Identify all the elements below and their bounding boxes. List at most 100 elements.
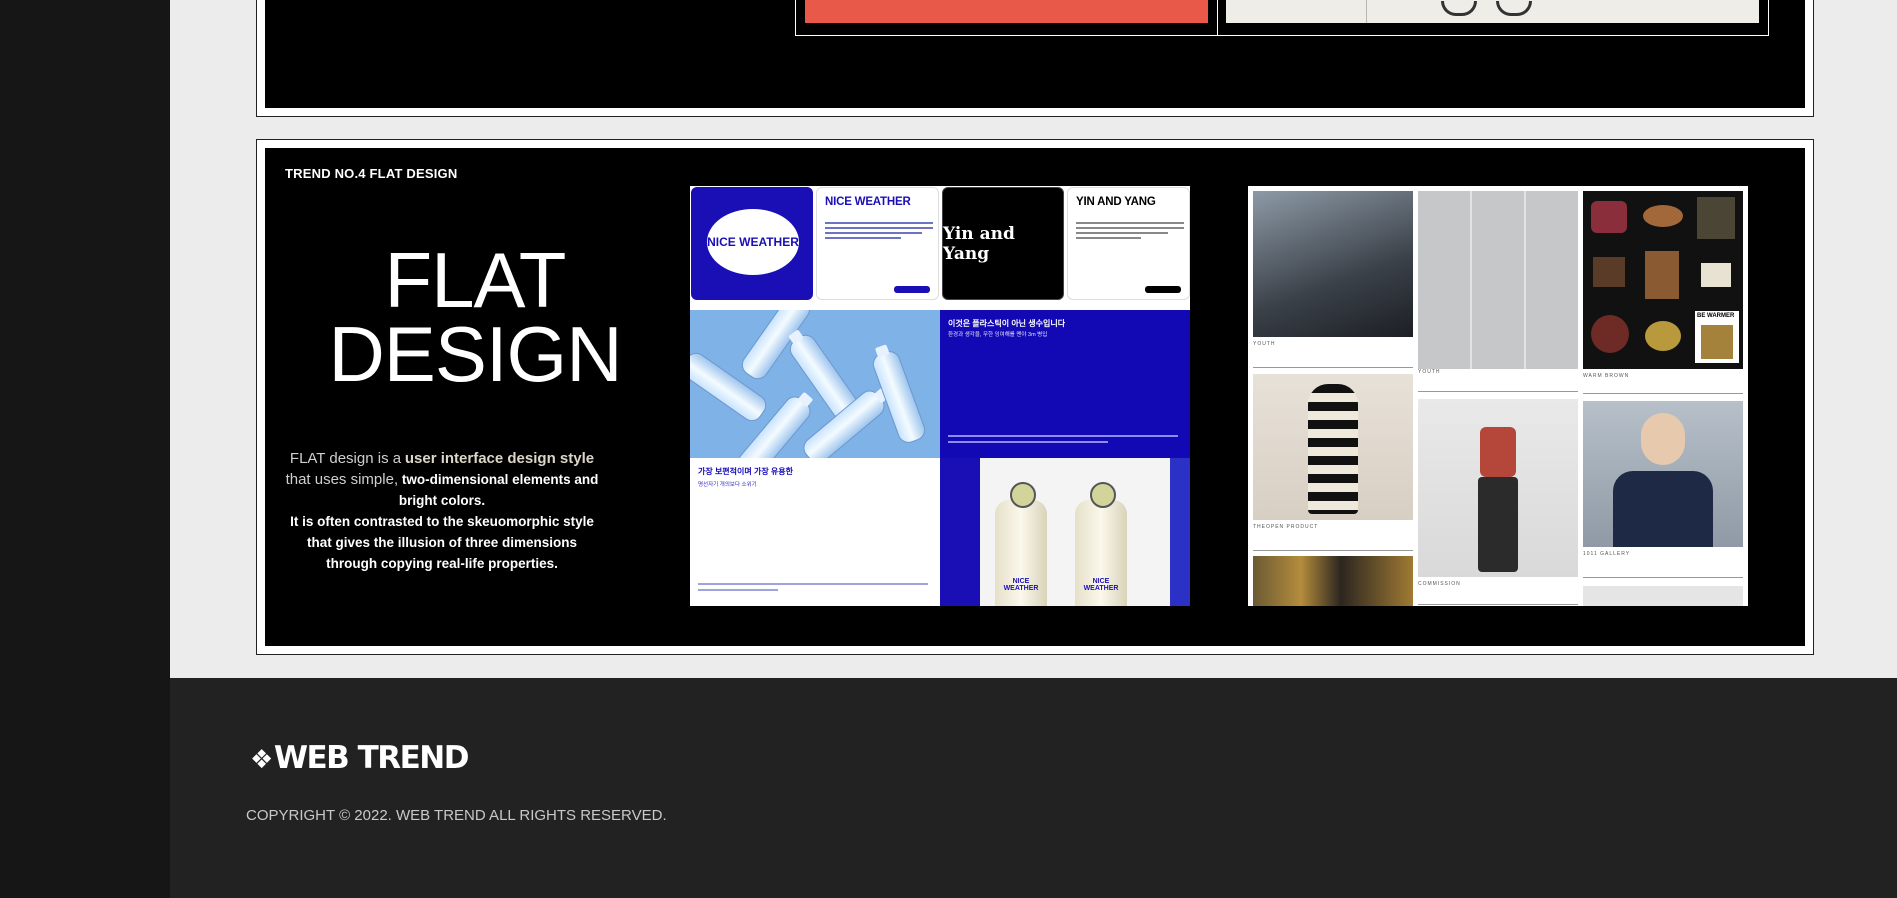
lookbook-item: COMMISSION xyxy=(1418,399,1578,589)
model-photo xyxy=(1253,191,1413,337)
page-content: TREND NO.4 FLAT DESIGN FLAT DESIGN FLAT … xyxy=(170,0,1897,678)
logo-mark-icon: ❖ xyxy=(250,745,273,775)
product xyxy=(1593,257,1625,287)
lookbook-item: BE WARMER WARM BROWN xyxy=(1583,191,1743,379)
trend-card-inner xyxy=(265,0,1805,108)
trend-card-inner: TREND NO.4 FLAT DESIGN FLAT DESIGN FLAT … xyxy=(265,148,1805,646)
footer-logo[interactable]: ❖WEB TREND xyxy=(250,740,470,776)
text-line xyxy=(698,583,928,585)
red-top xyxy=(1480,427,1516,477)
lookbook-item: 1011 GALLERY xyxy=(1583,401,1743,581)
white-poster: 가장 보편적이며 가장 유용한 명선자기 개의보다 소위기 xyxy=(690,458,940,606)
logo-text: WEB TREND xyxy=(273,740,470,776)
poster-subtitle: 환경과 생각을, 무한 잉여해를 맨야 3m 병입 xyxy=(948,332,1048,338)
model-photo xyxy=(1583,401,1743,547)
model-photo xyxy=(1253,556,1413,606)
extinguisher-label: NICE WEATHER xyxy=(1083,578,1119,592)
caption-rule xyxy=(1418,604,1578,605)
trend-title: FLAT DESIGN xyxy=(305,236,645,398)
caption-rule xyxy=(1583,393,1743,394)
poster-subtitle: 명선자기 개의보다 소위기 xyxy=(698,482,757,488)
striped-scarf xyxy=(1308,384,1358,514)
example-image-fashion-lookbook[interactable]: YOUTH THEOPEN PRODUCT YOUTH COMMISSION B… xyxy=(1248,186,1748,606)
caption: COMMISSION xyxy=(1418,581,1461,587)
product xyxy=(1645,321,1681,351)
dark-trousers xyxy=(1478,477,1518,572)
desc-part4: two-dimensional elements and bright colo… xyxy=(398,472,599,508)
view-more-button xyxy=(1145,286,1181,293)
fire-extinguisher: NICE WEATHER xyxy=(995,482,1047,606)
nice-weather-title: NICE WEATHER xyxy=(825,196,911,208)
varsity-jacket xyxy=(1613,471,1713,547)
gauge-icon xyxy=(1010,482,1036,508)
preview-light-block xyxy=(1226,0,1759,23)
yin-yang-info-card: YIN AND YANG xyxy=(1067,187,1190,300)
product xyxy=(1591,201,1627,233)
text-line xyxy=(948,435,1178,437)
model-photo xyxy=(1253,374,1413,520)
trend-title-line1: FLAT xyxy=(384,236,567,324)
trend-card-previous xyxy=(256,0,1814,117)
blue-poster: 이것은 플라스틱이 아닌 생수입니다 환경과 생각을, 무한 잉여해를 맨야 3… xyxy=(940,310,1190,458)
caption: YOUTH xyxy=(1418,369,1441,375)
fire-extinguisher: NICE WEATHER xyxy=(1075,482,1127,606)
lookbook-item xyxy=(1583,586,1743,606)
site-footer: ❖WEB TREND COPYRIGHT © 2022. WEB TREND A… xyxy=(170,678,1897,898)
yin-yang-title: YIN AND YANG xyxy=(1076,196,1156,208)
preview-separator xyxy=(1366,0,1367,23)
blue-backdrop xyxy=(1170,458,1190,606)
product xyxy=(1701,263,1731,287)
desc-part3: that uses simple, xyxy=(285,471,399,488)
trend-card-flat-design: TREND NO.4 FLAT DESIGN FLAT DESIGN FLAT … xyxy=(256,139,1814,655)
nice-weather-info-card: NICE WEATHER xyxy=(816,187,939,300)
be-warmer-label: BE WARMER xyxy=(1697,313,1735,319)
left-sidebar xyxy=(0,0,170,898)
caption: THEOPEN PRODUCT xyxy=(1253,524,1319,530)
desc-part1: FLAT design is a xyxy=(289,450,402,467)
product xyxy=(1643,205,1683,227)
preview-divider xyxy=(1217,0,1218,35)
trend-title-line2: DESIGN xyxy=(328,310,622,398)
blue-backdrop xyxy=(940,458,980,606)
example-image-nice-weather[interactable]: NICE WEATHER NICE WEATHER Yin and Yang Y… xyxy=(690,186,1190,606)
preview-arc xyxy=(1441,1,1477,16)
nice-weather-logo-card: NICE WEATHER xyxy=(691,187,813,300)
product xyxy=(1701,325,1733,359)
walking-models-grid xyxy=(1418,191,1578,369)
preview-frame xyxy=(795,0,1769,36)
lookbook-item: THEOPEN PRODUCT xyxy=(1253,374,1413,552)
model-photo xyxy=(1418,399,1578,577)
text-line xyxy=(948,441,1108,443)
gauge-icon xyxy=(1090,482,1116,508)
trend-description: FLAT design is a user interface design s… xyxy=(285,448,599,574)
copyright-text: COPYRIGHT © 2022. WEB TREND ALL RIGHTS R… xyxy=(246,807,667,824)
text-lines xyxy=(1076,222,1184,242)
poster-title: 이것은 플라스틱이 아닌 생수입니다 xyxy=(948,319,1066,328)
lookbook-item: YOUTH xyxy=(1253,191,1413,369)
yin-yang-logo-card: Yin and Yang xyxy=(942,187,1064,300)
product xyxy=(1645,251,1679,299)
desc-part2: user interface design style xyxy=(404,450,595,467)
caption: YOUTH xyxy=(1253,341,1276,347)
be-warmer-tile: BE WARMER xyxy=(1695,311,1739,363)
caption-rule xyxy=(1253,550,1413,551)
caption-rule xyxy=(1253,367,1413,368)
trend-label: TREND NO.4 FLAT DESIGN xyxy=(285,166,458,181)
caption-rule xyxy=(1583,577,1743,578)
lookbook-item: YOUTH xyxy=(1418,191,1578,375)
caption: 1011 GALLERY xyxy=(1583,551,1631,557)
caption-rule xyxy=(1418,391,1578,392)
view-more-button xyxy=(894,286,930,293)
nice-weather-logo: NICE WEATHER xyxy=(707,209,799,275)
caption: WARM BROWN xyxy=(1583,373,1630,379)
desc-part5: It is often contrasted to the skeuomorph… xyxy=(290,514,594,571)
product-grid: BE WARMER xyxy=(1583,191,1743,369)
lookbook-item xyxy=(1253,556,1413,606)
preview-arc xyxy=(1496,1,1532,16)
product xyxy=(1591,315,1629,353)
face xyxy=(1641,413,1685,465)
text-line xyxy=(698,589,778,591)
water-bottles-photo xyxy=(690,310,940,458)
preview-orange-block xyxy=(805,0,1208,23)
text-lines xyxy=(825,222,933,242)
